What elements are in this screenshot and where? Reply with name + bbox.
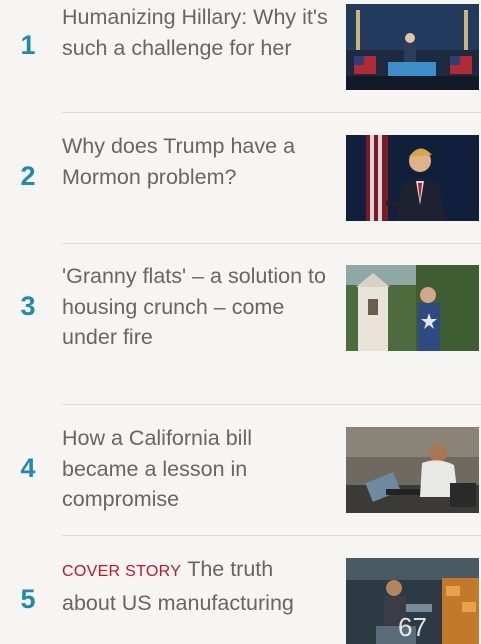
story-item-2[interactable]: 2 Why does Trump have a Mormon problem?	[0, 113, 481, 243]
story-thumbnail[interactable]	[346, 265, 479, 351]
story-thumbnail[interactable]	[346, 135, 479, 221]
story-item-3[interactable]: 3 'Granny flats' – a solution to housing…	[0, 244, 481, 404]
rally-podium-flags-photo	[346, 4, 479, 90]
story-rank: 1	[20, 30, 36, 60]
story-rank: 2	[20, 161, 36, 191]
story-thumbnail[interactable]: 67	[346, 558, 479, 644]
story-headline-link[interactable]: Why does Trump have a Mormon problem?	[62, 131, 330, 192]
story-item-5[interactable]: 5 COVER STORY The truth about US manufact…	[0, 536, 481, 644]
man-at-laptop-photo	[346, 427, 479, 513]
story-rank: 5	[20, 584, 36, 614]
story-headline-link[interactable]: How a California bill became a lesson in…	[62, 423, 330, 515]
story-thumbnail[interactable]	[346, 4, 479, 90]
story-rank: 3	[20, 291, 36, 321]
cover-story-tag: COVER STORY	[62, 563, 182, 580]
story-thumbnail[interactable]	[346, 427, 479, 513]
speaker-with-flag-photo	[346, 135, 479, 221]
story-item-4[interactable]: 4 How a California bill became a lesson …	[0, 405, 481, 535]
story-headline-link[interactable]: Humanizing Hillary: Why it's such a chal…	[62, 2, 330, 63]
man-at-cottage-photo	[346, 265, 479, 351]
page-number: 67	[398, 612, 427, 642]
story-headline-link[interactable]: COVER STORY The truth about US manufactur…	[62, 554, 330, 618]
story-rank: 4	[20, 453, 36, 483]
story-item-1[interactable]: 1 Humanizing Hillary: Why it's such a ch…	[0, 0, 481, 112]
story-headline-link[interactable]: 'Granny flats' – a solution to housing c…	[62, 261, 330, 353]
